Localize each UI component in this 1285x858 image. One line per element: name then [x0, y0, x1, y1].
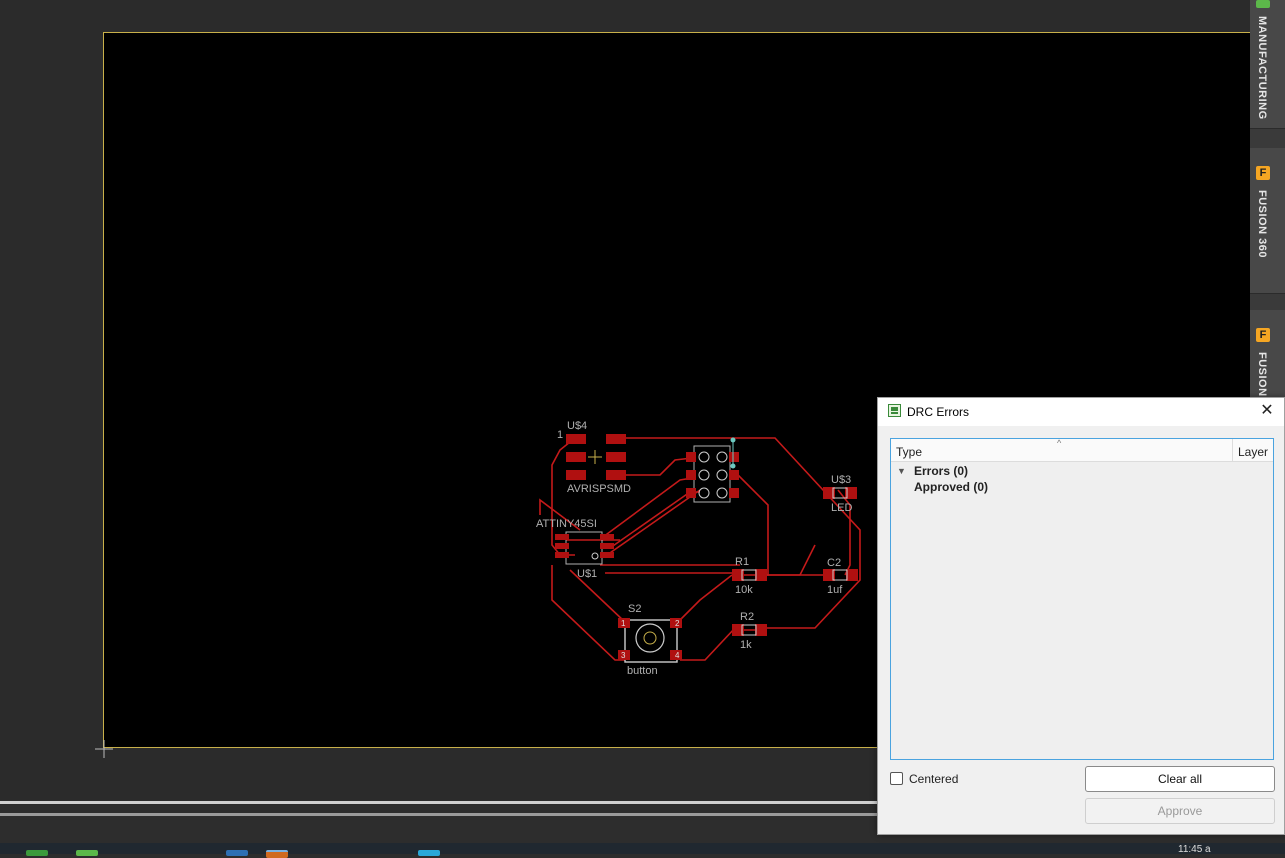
- drc-error-list[interactable]: Type ^ Layer ▼ Errors (0) Approved (0): [890, 438, 1274, 760]
- fusion-icon: F: [1256, 328, 1270, 342]
- column-divider[interactable]: [1232, 439, 1233, 461]
- taskbar-app-icon[interactable]: [76, 850, 98, 856]
- taskbar-app-icon[interactable]: [26, 850, 48, 856]
- tab-manufacturing-label: MANUFACTURING: [1256, 16, 1268, 120]
- origin-crosshair-icon: [95, 740, 113, 758]
- dialog-title: DRC Errors: [907, 405, 969, 419]
- sort-indicator-icon: ^: [1057, 438, 1062, 448]
- tab-manufacturing[interactable]: MANUFACTURING: [1250, 0, 1285, 129]
- status-divider: [0, 813, 880, 816]
- drc-icon: [888, 404, 901, 417]
- close-icon[interactable]: ✕: [1258, 402, 1276, 420]
- side-panel: MANUFACTURING F FUSION 360 F FUSION: [1250, 0, 1285, 401]
- taskbar-clock: 11:45 a: [1178, 844, 1211, 855]
- tree-item-approved[interactable]: Approved (0): [914, 480, 988, 494]
- list-header: Type ^ Layer: [891, 438, 1273, 462]
- tab-fusion-label: FUSION: [1256, 352, 1268, 397]
- fusion-icon: F: [1256, 166, 1270, 180]
- column-header-layer[interactable]: Layer: [1238, 445, 1268, 459]
- tree-item-errors[interactable]: Errors (0): [914, 464, 968, 478]
- approve-button[interactable]: Approve: [1085, 798, 1275, 824]
- taskbar-app-icon[interactable]: [418, 850, 440, 856]
- centered-checkbox[interactable]: [890, 772, 903, 785]
- column-header-type[interactable]: Type: [896, 445, 922, 459]
- tab-fusion-360-label: FUSION 360: [1256, 190, 1268, 258]
- clear-all-button[interactable]: Clear all: [1085, 766, 1275, 792]
- tab-fusion-360[interactable]: F FUSION 360: [1250, 148, 1285, 294]
- centered-label: Centered: [909, 772, 959, 786]
- tab-fusion[interactable]: F FUSION: [1250, 310, 1285, 401]
- taskbar-app-icon[interactable]: [266, 850, 288, 858]
- taskbar: [0, 843, 1285, 858]
- scroll-bars[interactable]: [0, 801, 880, 819]
- horizontal-scrollbar[interactable]: [0, 801, 880, 804]
- drc-errors-dialog: DRC Errors ✕ Type ^ Layer ▼ Errors (0) A…: [877, 397, 1285, 835]
- expand-arrow-icon[interactable]: ▼: [897, 466, 906, 476]
- taskbar-app-icon[interactable]: [226, 850, 248, 856]
- dialog-titlebar[interactable]: DRC Errors ✕: [878, 398, 1284, 426]
- manufacturing-icon: [1256, 0, 1270, 8]
